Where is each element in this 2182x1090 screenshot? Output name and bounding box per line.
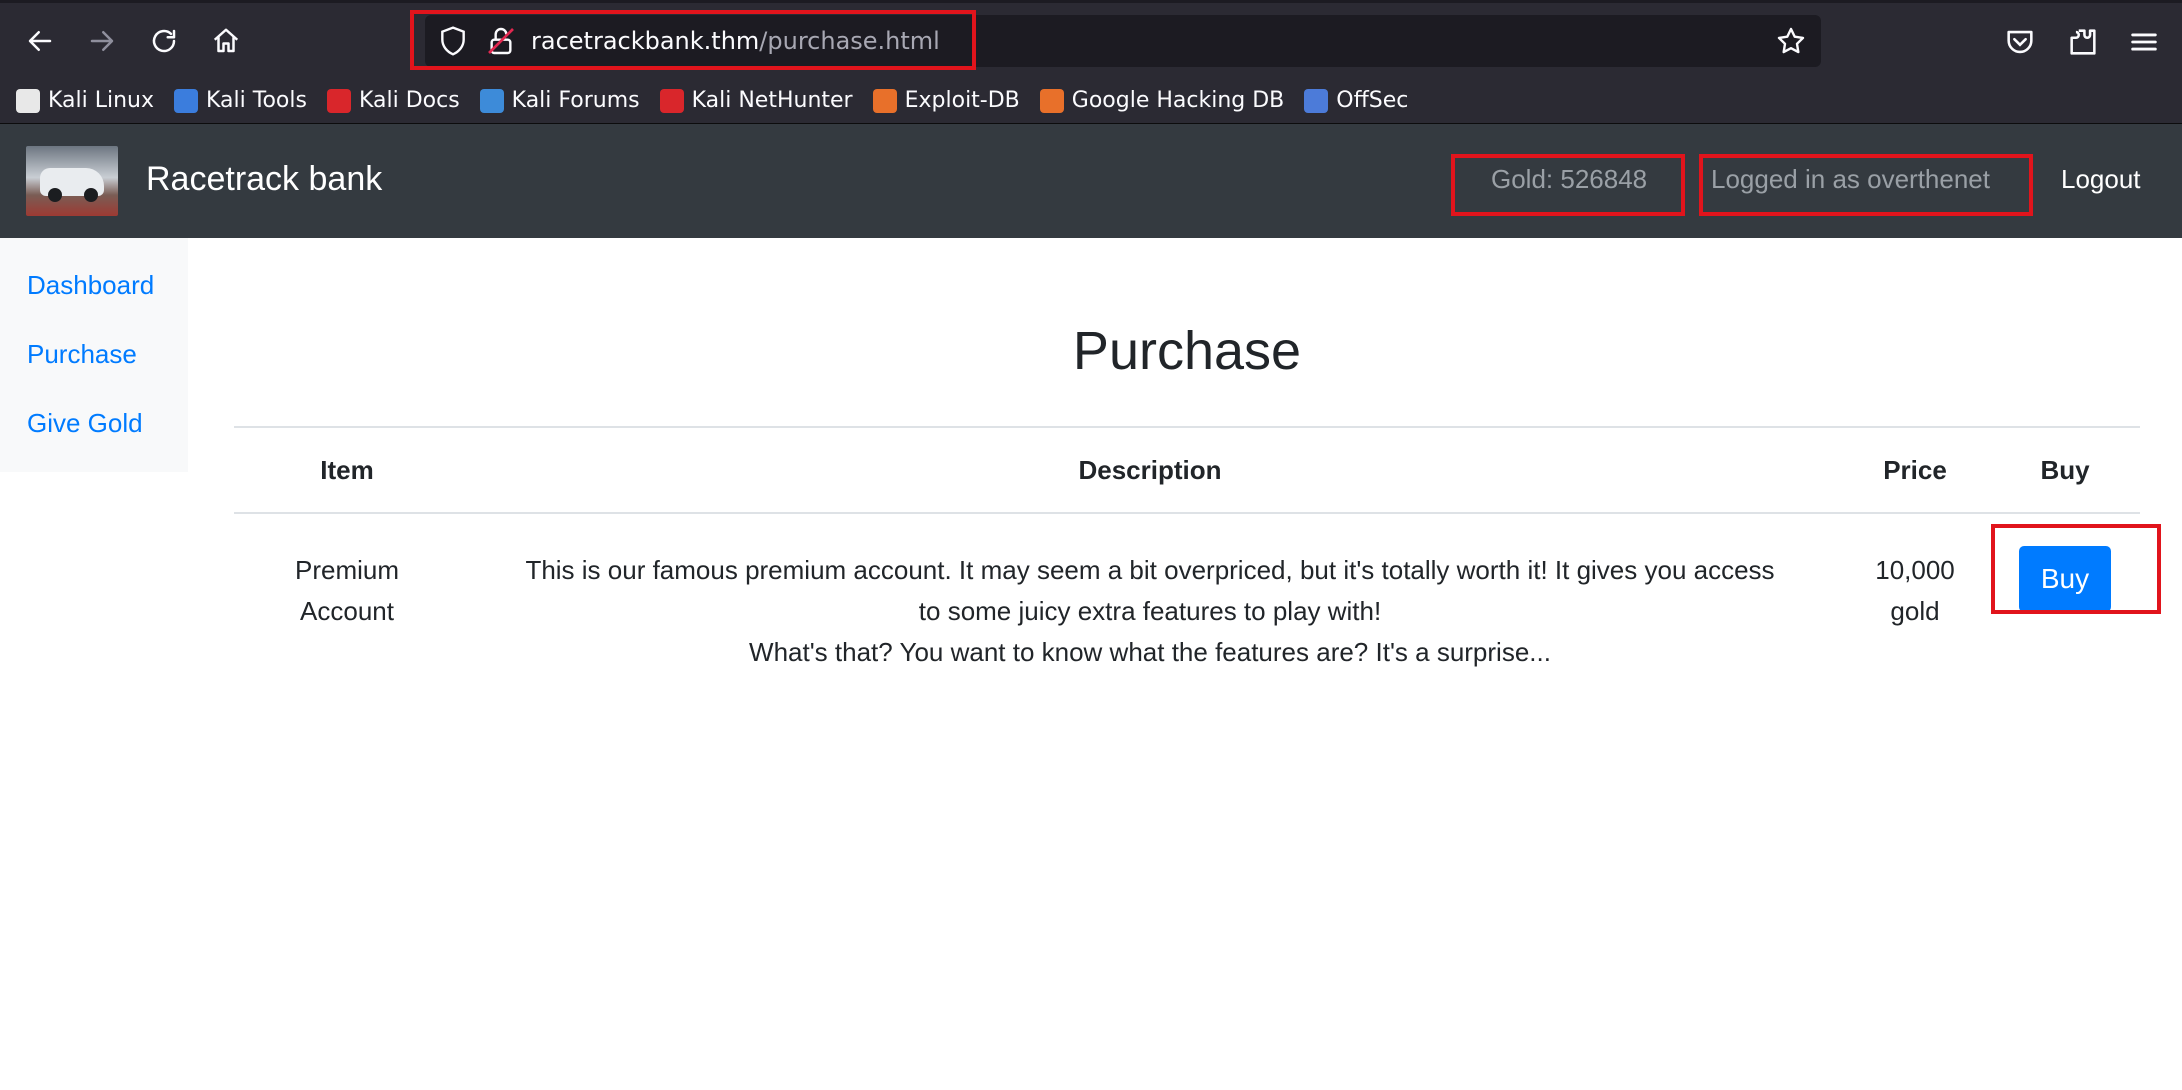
forward-button[interactable] (80, 21, 124, 61)
price-unit: gold (1890, 596, 1940, 626)
sidebar: Dashboard Purchase Give Gold (0, 238, 188, 472)
item-name-line: Account (300, 596, 394, 626)
gold-highlight-box (1451, 154, 1685, 216)
bookmark-label: OffSec (1336, 88, 1409, 113)
brand-name[interactable]: Racetrack bank (146, 160, 382, 199)
url-text[interactable]: racetrackbank.thm/purchase.html (531, 27, 940, 55)
bookmark-item[interactable]: Exploit-DB (872, 88, 1020, 113)
table-row: Premium Account This is our famous premi… (234, 513, 2140, 674)
buy-highlight-box (1991, 524, 2161, 614)
home-icon (213, 28, 239, 53)
back-button[interactable] (18, 21, 62, 61)
insecure-lock-icon[interactable] (485, 25, 517, 57)
item-price-cell: 10,000 gold (1840, 513, 1990, 674)
ghdb-icon (1039, 88, 1064, 113)
table-header-row: Item Description Price Buy (234, 426, 2140, 514)
url-host: racetrackbank.thm (531, 27, 760, 55)
exploit-db-icon (872, 88, 897, 113)
bookmark-label: Kali Linux (48, 88, 155, 113)
page-title: Purchase (1072, 321, 1302, 381)
shield-icon[interactable] (437, 25, 469, 57)
price-amount: 10,000 (1875, 555, 1955, 585)
bookmark-label: Kali NetHunter (691, 88, 853, 113)
bookmark-item[interactable]: OffSec (1304, 88, 1408, 113)
description-line: This is our famous premium account. It m… (525, 555, 1775, 585)
brand-logo[interactable] (26, 146, 118, 216)
login-highlight-box (1699, 154, 2033, 216)
forward-arrow-icon (90, 31, 114, 51)
bookmark-item[interactable]: Kali Tools (174, 88, 307, 113)
back-arrow-icon (28, 31, 52, 51)
browser-toolbar: racetrackbank.thm/purchase.html (0, 0, 2182, 78)
wheel-shape (84, 188, 98, 202)
pocket-icon[interactable] (2003, 25, 2037, 59)
bookmarks-bar: Kali Linux Kali Tools Kali Docs Kali Forums… (0, 78, 2182, 124)
sidebar-item-give-gold[interactable]: Give Gold (27, 408, 143, 439)
column-header-description: Description (460, 426, 1840, 514)
home-button[interactable] (204, 21, 248, 61)
menu-icon[interactable] (2127, 25, 2161, 59)
column-header-item: Item (234, 426, 460, 514)
extensions-icon[interactable] (2066, 25, 2100, 59)
reload-icon (152, 29, 176, 53)
purchase-table: Item Description Price Buy Premium Accou… (234, 426, 2140, 674)
bookmark-label: Kali Tools (206, 88, 307, 113)
column-header-buy: Buy (1990, 426, 2140, 514)
description-line: What's that? You want to know what the f… (749, 637, 1551, 667)
url-bar[interactable]: racetrackbank.thm/purchase.html (425, 15, 1821, 67)
kali-tools-icon (174, 88, 199, 113)
sidebar-item-dashboard[interactable]: Dashboard (27, 270, 154, 301)
kali-dragon-icon (16, 88, 40, 113)
item-name-line: Premium (294, 555, 399, 585)
item-name-cell: Premium Account (234, 513, 460, 674)
bookmark-item[interactable]: Google Hacking DB (1039, 88, 1285, 113)
bookmark-item[interactable]: Kali Linux (16, 88, 154, 113)
bookmark-label: Exploit-DB (904, 88, 1020, 113)
site-navbar: Racetrack bank Gold: 526848 Logged in as… (0, 124, 2182, 238)
offsec-icon (1304, 88, 1329, 113)
bookmark-label: Kali Forums (511, 88, 640, 113)
reload-button[interactable] (142, 21, 186, 61)
column-header-price: Price (1840, 426, 1990, 514)
bookmark-label: Google Hacking DB (1071, 88, 1285, 113)
description-line: to some juicy extra features to play wit… (918, 596, 1382, 626)
bookmark-item[interactable]: Kali Forums (479, 88, 640, 113)
kali-nethunter-icon (659, 88, 684, 113)
bookmark-item[interactable]: Kali Docs (326, 88, 460, 113)
logout-link[interactable]: Logout (2061, 164, 2141, 195)
bookmark-item[interactable]: Kali NetHunter (659, 88, 853, 113)
url-path: /purchase.html (759, 27, 940, 55)
bookmark-label: Kali Docs (358, 88, 460, 113)
kali-forums-icon (479, 88, 504, 113)
sidebar-item-purchase[interactable]: Purchase (27, 339, 137, 370)
item-description-cell: This is our famous premium account. It m… (460, 513, 1840, 674)
wheel-shape (48, 188, 62, 202)
kali-docs-icon (326, 88, 351, 113)
bookmark-star-icon[interactable] (1775, 25, 1807, 57)
